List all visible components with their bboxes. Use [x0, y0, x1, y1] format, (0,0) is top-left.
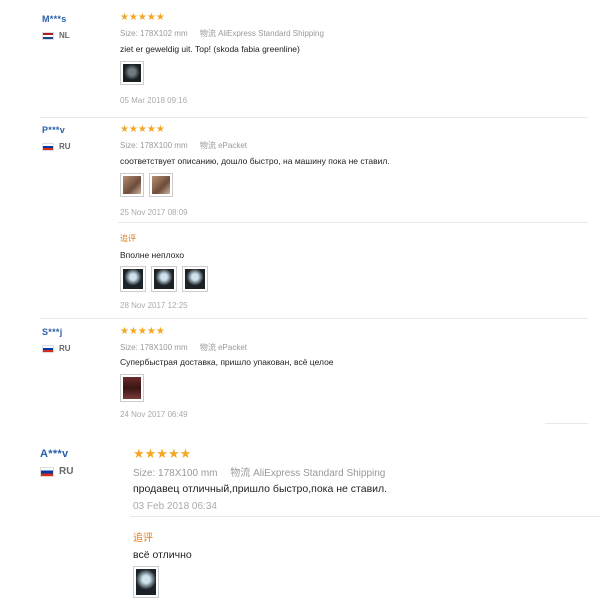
- review-text: Супербыстрая доставка, пришло упакован, …: [120, 357, 334, 367]
- review-meta: Size: 178X102 mm 物流 AliExpress Standard …: [120, 28, 324, 39]
- review-divider: [40, 318, 588, 319]
- followup-divider: [130, 516, 600, 517]
- reviewer-name: A***v: [40, 448, 69, 460]
- review-text: ziet er geweldig uit. Top! (skoda fabia …: [120, 44, 300, 54]
- shipping-label: 物流: [199, 343, 216, 352]
- review-photo-thumbnail[interactable]: [149, 173, 173, 197]
- size-label: Size:: [120, 29, 138, 38]
- additional-review-label: 追评: [133, 533, 153, 544]
- size-label: Size:: [120, 343, 138, 352]
- review-photo-thumbnail[interactable]: [182, 266, 208, 292]
- review-date: 25 Nov 2017 08:09: [120, 208, 188, 217]
- size-value: 178X100 mm: [140, 141, 188, 150]
- review-date: 24 Nov 2017 06:49: [120, 410, 188, 419]
- star-rating: ★★★★★: [120, 12, 165, 23]
- shipping-value: AliExpress Standard Shipping: [218, 29, 324, 38]
- review-meta: Size: 178X100 mm 物流 AliExpress Standard …: [133, 464, 385, 479]
- shipping-value: AliExpress Standard Shipping: [253, 468, 386, 479]
- size-value: 178X102 mm: [140, 29, 188, 38]
- ru-flag-icon: [42, 344, 54, 353]
- country-code: RU: [59, 142, 71, 151]
- size-value: 178X100 mm: [140, 343, 188, 352]
- review-photo-thumbnail[interactable]: [120, 266, 146, 292]
- shipping-label: 物流: [199, 29, 216, 38]
- additional-review-photos: [133, 566, 159, 598]
- review-photo-thumbnail[interactable]: [151, 266, 177, 292]
- country-code: NL: [59, 31, 70, 40]
- review-meta: Size: 178X100 mm 物流 ePacket: [120, 140, 247, 151]
- reviewer-name: S***j: [42, 327, 63, 337]
- additional-review-photos: [120, 266, 208, 292]
- review-photo-thumbnail[interactable]: [120, 173, 144, 197]
- ru-flag-icon: [40, 466, 54, 477]
- ru-flag-icon: [42, 142, 54, 151]
- size-value: 178X100 mm: [158, 468, 218, 479]
- reviewer-name: P***v: [42, 125, 66, 135]
- shipping-value: ePacket: [218, 343, 247, 352]
- followup-divider: [118, 222, 588, 223]
- additional-review-date: 28 Nov 2017 12:25: [120, 301, 188, 310]
- size-label: Size:: [120, 141, 138, 150]
- star-rating: ★★★★★: [120, 326, 165, 337]
- review-photo-thumbnail[interactable]: [133, 566, 159, 598]
- review-date: 03 Feb 2018 06:34: [133, 501, 217, 512]
- reviewer-name: M***s: [42, 14, 67, 24]
- review-divider: [545, 423, 588, 424]
- shipping-label: 物流: [199, 141, 216, 150]
- reviewer-country: NL: [42, 31, 70, 40]
- review-text: продавец отличный,пришло быстро,пока не …: [133, 483, 388, 495]
- review-divider: [40, 117, 588, 118]
- country-code: RU: [59, 344, 71, 353]
- size-label: Size:: [133, 468, 156, 479]
- reviewer-country: RU: [40, 466, 73, 477]
- shipping-label: 物流: [230, 468, 251, 479]
- star-rating: ★★★★★: [120, 124, 165, 135]
- additional-review-text: Вполне неплохо: [120, 250, 185, 260]
- nl-flag-icon: [42, 31, 54, 40]
- additional-review-text: всё отлично: [133, 549, 192, 561]
- review-photos: [120, 173, 173, 197]
- review-photo-thumbnail[interactable]: [120, 61, 144, 85]
- reviewer-country: RU: [42, 142, 71, 151]
- review-date: 05 Mar 2018 09:16: [120, 96, 188, 105]
- country-code: RU: [59, 466, 74, 477]
- additional-review-label: 追评: [120, 234, 136, 243]
- review-photos: [120, 374, 144, 402]
- review-photos: [120, 61, 144, 85]
- shipping-value: ePacket: [218, 141, 247, 150]
- review-photo-thumbnail[interactable]: [120, 374, 144, 402]
- star-rating: ★★★★★: [133, 446, 192, 461]
- review-text: соответствует описанию, дошло быстро, на…: [120, 156, 390, 166]
- reviewer-country: RU: [42, 344, 71, 353]
- review-meta: Size: 178X100 mm 物流 ePacket: [120, 342, 247, 353]
